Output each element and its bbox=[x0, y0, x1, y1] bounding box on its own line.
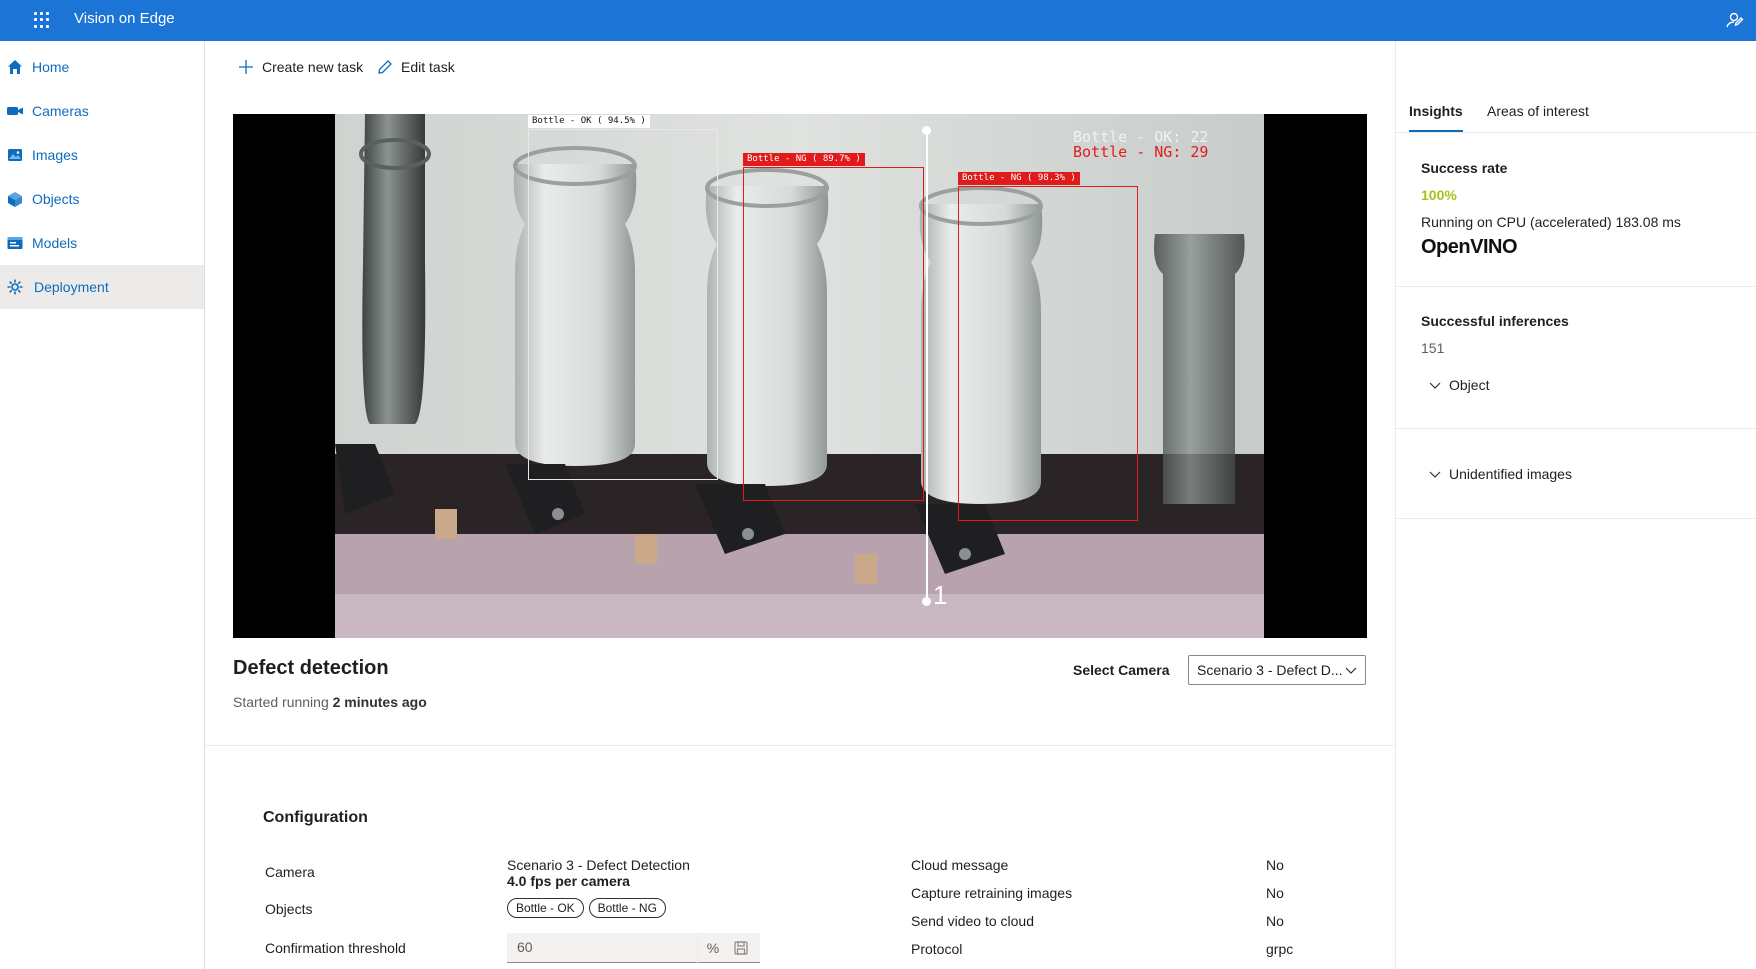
sidebar: Home Cameras Images Objects Models Deplo… bbox=[0, 41, 205, 969]
panel-divider bbox=[1395, 41, 1396, 969]
task-status: Started running 2 minutes ago bbox=[233, 694, 427, 710]
objects-icon bbox=[8, 192, 22, 207]
send-video-label: Send video to cloud bbox=[911, 913, 1034, 929]
sidebar-item-images[interactable]: Images bbox=[0, 133, 204, 177]
unidentified-images-label: Unidentified images bbox=[1449, 466, 1572, 482]
success-rate-title: Success rate bbox=[1421, 160, 1508, 176]
cloud-message-label: Cloud message bbox=[911, 857, 1009, 873]
chevron-down-icon bbox=[1345, 667, 1357, 674]
edit-icon bbox=[378, 60, 392, 74]
app-launcher-icon[interactable] bbox=[34, 12, 50, 28]
deployment-icon bbox=[7, 279, 23, 295]
app-title: Vision on Edge bbox=[74, 10, 175, 27]
section-divider bbox=[1396, 518, 1756, 519]
chevron-down-icon bbox=[1429, 382, 1441, 389]
home-icon bbox=[8, 60, 22, 74]
area-number: 1 bbox=[933, 580, 948, 610]
live-video-feed[interactable]: Bottle - OK ( 94.5% ) Bottle - NG ( 89.7… bbox=[233, 114, 1367, 638]
camera-label: Camera bbox=[265, 864, 315, 880]
send-video-value: No bbox=[1266, 913, 1284, 929]
unidentified-images-expander[interactable]: Unidentified images bbox=[1429, 466, 1572, 482]
camera-dropdown[interactable]: Scenario 3 - Defect D... bbox=[1188, 655, 1366, 685]
ng-counter: Bottle - NG: 29 bbox=[1073, 143, 1209, 161]
detection-box: Bottle - OK ( 94.5% ) bbox=[528, 115, 718, 480]
protocol-value: grpc bbox=[1266, 941, 1294, 957]
object-expander[interactable]: Object bbox=[1429, 377, 1489, 393]
detection-label: Bottle - NG ( 89.7% ) bbox=[743, 153, 865, 166]
camera-dropdown-value: Scenario 3 - Defect D... bbox=[1197, 662, 1343, 678]
tab-areas-of-interest[interactable]: Areas of interest bbox=[1487, 96, 1589, 132]
sidebar-item-label: Cameras bbox=[32, 103, 89, 119]
status-time: 2 minutes ago bbox=[332, 694, 427, 710]
sidebar-item-home[interactable]: Home bbox=[0, 45, 204, 89]
sidebar-item-label: Deployment bbox=[34, 279, 109, 295]
object-chip: Bottle - NG bbox=[588, 898, 666, 918]
detection-box: Bottle - NG ( 98.3% ) bbox=[958, 172, 1138, 521]
capture-retraining-label: Capture retraining images bbox=[911, 885, 1073, 901]
confirmation-threshold-input[interactable] bbox=[515, 938, 679, 956]
detection-label: Bottle - NG ( 98.3% ) bbox=[958, 172, 1080, 185]
status-prefix: Started running bbox=[233, 694, 329, 710]
tab-divider bbox=[1396, 132, 1756, 133]
confirmation-threshold-field: % bbox=[507, 933, 760, 963]
edit-task-label: Edit task bbox=[401, 59, 455, 75]
object-expander-label: Object bbox=[1449, 377, 1490, 393]
sidebar-item-cameras[interactable]: Cameras bbox=[0, 89, 204, 133]
create-new-task-button[interactable]: Create new task bbox=[238, 52, 363, 82]
sidebar-item-objects[interactable]: Objects bbox=[0, 177, 204, 221]
detection-box: Bottle - NG ( 89.7% ) bbox=[743, 153, 924, 501]
camera-value: Scenario 3 - Defect Detection 4.0 fps pe… bbox=[507, 857, 690, 889]
chevron-down-icon bbox=[1429, 471, 1441, 478]
sidebar-item-models[interactable]: Models bbox=[0, 221, 204, 265]
sidebar-item-label: Objects bbox=[32, 191, 80, 207]
save-icon[interactable] bbox=[733, 940, 749, 956]
task-title: Defect detection bbox=[233, 657, 389, 679]
top-bar: Vision on Edge bbox=[0, 0, 1756, 41]
configuration-title: Configuration bbox=[263, 809, 368, 826]
confirmation-threshold-label: Confirmation threshold bbox=[265, 940, 406, 956]
section-divider bbox=[1396, 286, 1756, 287]
feedback-icon[interactable] bbox=[1724, 10, 1744, 30]
aoi-handle[interactable] bbox=[922, 597, 931, 606]
cloud-message-value: No bbox=[1266, 857, 1284, 873]
successful-inferences-title: Successful inferences bbox=[1421, 313, 1569, 329]
success-rate-value: 100% bbox=[1421, 187, 1457, 203]
images-icon bbox=[8, 149, 22, 161]
aoi-handle[interactable] bbox=[922, 126, 931, 135]
select-camera-label: Select Camera bbox=[1073, 662, 1170, 678]
running-on-text: Running on CPU (accelerated) 183.08 ms bbox=[1421, 214, 1681, 230]
fps-value: 4.0 fps per camera bbox=[507, 873, 630, 889]
create-new-task-label: Create new task bbox=[262, 59, 364, 75]
capture-retraining-value: No bbox=[1266, 885, 1284, 901]
protocol-label: Protocol bbox=[911, 941, 963, 957]
section-divider bbox=[1396, 428, 1756, 429]
tab-insights[interactable]: Insights bbox=[1409, 96, 1463, 132]
object-chip: Bottle - OK bbox=[507, 898, 584, 918]
objects-label: Objects bbox=[265, 901, 313, 917]
defect-counter: Bottle - OK: 22 Bottle - NG: 29 bbox=[1073, 130, 1208, 160]
percent-unit: % bbox=[697, 933, 728, 963]
successful-inferences-value: 151 bbox=[1421, 340, 1445, 356]
add-icon bbox=[239, 60, 253, 74]
camera-icon bbox=[7, 107, 23, 115]
edit-task-button[interactable]: Edit task bbox=[377, 52, 455, 82]
sidebar-item-deployment[interactable]: Deployment bbox=[0, 265, 204, 309]
sidebar-item-label: Images bbox=[32, 147, 78, 163]
section-divider bbox=[205, 745, 1395, 746]
camera-name: Scenario 3 - Defect Detection bbox=[507, 857, 690, 873]
openvino-logo: OpenVINO bbox=[1421, 236, 1518, 258]
models-icon bbox=[7, 237, 23, 249]
objects-chips: Bottle - OK Bottle - NG bbox=[507, 898, 667, 918]
detection-label: Bottle - OK ( 94.5% ) bbox=[528, 115, 650, 128]
sidebar-item-label: Models bbox=[32, 235, 78, 251]
sidebar-item-label: Home bbox=[32, 59, 70, 75]
area-of-interest-line bbox=[926, 130, 928, 601]
